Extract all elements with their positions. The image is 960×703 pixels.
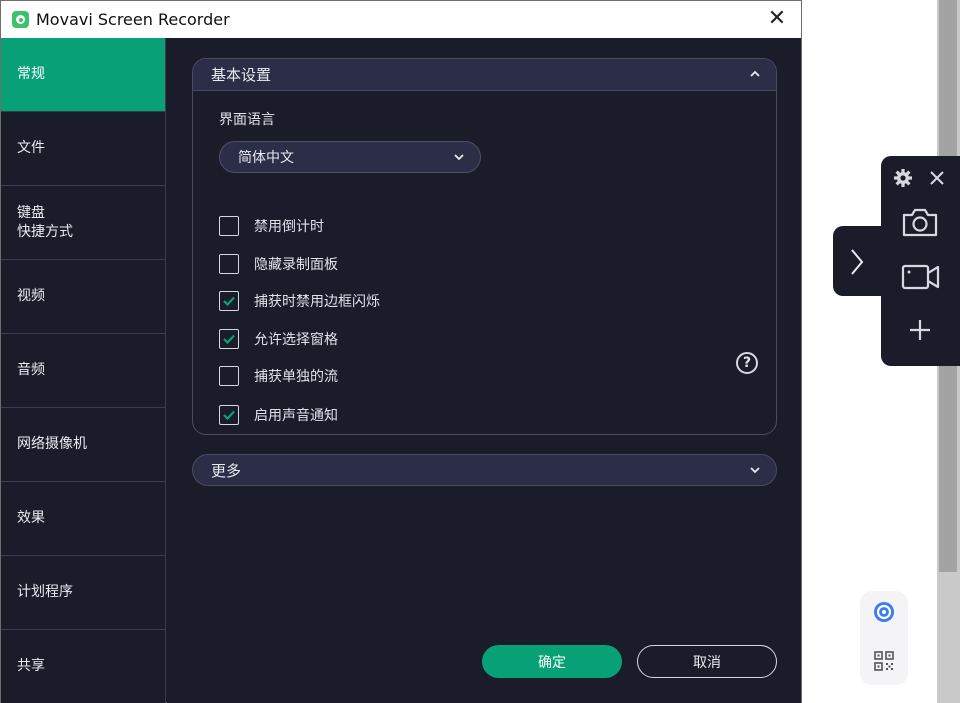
close-icon[interactable]	[929, 170, 945, 186]
basic-settings-panel: 基本设置 界面语言 简体中文 禁用倒计时隐藏录制面板捕获时禁用边框闪烁 允许选择窗…	[192, 58, 777, 435]
sidebar-item[interactable]: 文件	[1, 112, 165, 186]
sidebar-item-label: 快捷方式	[17, 223, 73, 240]
recorder-floating-panel	[881, 156, 960, 366]
option-label: 隐藏录制面板	[254, 257, 338, 273]
option-row[interactable]: 禁用倒计时	[219, 216, 324, 236]
checkbox[interactable]	[219, 291, 239, 311]
recorder-panel-toggle[interactable]	[833, 226, 883, 296]
sidebar-item[interactable]: 网络摄像机	[1, 408, 165, 482]
checkbox[interactable]	[219, 329, 239, 349]
basic-settings-title: 基本设置	[211, 66, 272, 84]
option-label: 启用声音通知	[254, 408, 338, 424]
option-row[interactable]: 捕获时禁用边框闪烁	[219, 291, 380, 311]
checkbox[interactable]	[219, 216, 239, 236]
screen: Movavi Screen Recorder ✕ 常规文件键盘快捷方式视频音频网…	[0, 0, 960, 703]
checkmark-icon	[223, 334, 235, 345]
sidebar-item-label: 视频	[17, 288, 45, 304]
more-section-title: 更多	[211, 461, 242, 480]
language-select[interactable]: 简体中文	[219, 141, 481, 173]
sidebar-item[interactable]: 计划程序	[1, 556, 165, 630]
app-logo-icon	[12, 11, 29, 28]
checkmark-icon	[223, 410, 235, 421]
sidebar-item-label: 效果	[17, 510, 45, 526]
sidebar-item[interactable]: 键盘 快捷方式	[1, 186, 165, 260]
option-label: 允许选择窗格	[254, 332, 338, 348]
qr-code-icon[interactable]	[874, 651, 894, 671]
sidebar-item-label: 音频	[17, 362, 45, 378]
sidebar-item-label: 共享	[17, 658, 45, 674]
sidebar-item-label: 网络摄像机	[17, 436, 87, 452]
sidebar-item-label: 常规	[17, 66, 45, 82]
browser-icon[interactable]	[873, 601, 895, 623]
sidebar-item-label: 文件	[17, 140, 45, 156]
checkbox[interactable]	[219, 254, 239, 274]
sidebar-item[interactable]: 共享	[1, 630, 165, 703]
settings-content: 基本设置 界面语言 简体中文 禁用倒计时隐藏录制面板捕获时禁用边框闪烁 允许选择窗…	[167, 38, 801, 703]
ok-button[interactable]: 确定	[482, 645, 622, 678]
checkbox[interactable]	[219, 366, 239, 386]
close-icon[interactable]: ✕	[765, 7, 789, 31]
option-label: 捕获单独的流	[254, 369, 338, 385]
chevron-down-icon	[750, 467, 760, 474]
basic-settings-header[interactable]: 基本设置	[193, 59, 776, 91]
cancel-button[interactable]: 取消	[637, 645, 777, 678]
option-label: 捕获时禁用边框闪烁	[254, 294, 380, 310]
checkmark-icon	[223, 296, 235, 307]
sidebar-item-label: 键盘	[17, 204, 45, 221]
option-row[interactable]: 隐藏录制面板	[219, 254, 338, 274]
sidebar-item[interactable]: 音频	[1, 334, 165, 408]
video-camera-icon[interactable]	[901, 262, 941, 292]
window-title: Movavi Screen Recorder	[36, 10, 230, 29]
option-row[interactable]: 允许选择窗格	[219, 329, 338, 349]
sidebar-item[interactable]: 效果	[1, 482, 165, 556]
sidebar-item-label: 计划程序	[17, 584, 73, 600]
chevron-right-icon	[851, 249, 864, 275]
chevron-up-icon	[750, 70, 760, 77]
option-row[interactable]: 启用声音通知	[219, 405, 338, 425]
option-label: 禁用倒计时	[254, 219, 324, 235]
chevron-down-icon	[454, 154, 464, 161]
sidebar-item[interactable]: 视频	[1, 260, 165, 334]
checkbox[interactable]	[219, 405, 239, 425]
help-icon[interactable]: ?	[736, 352, 758, 374]
language-label: 界面语言	[219, 112, 275, 128]
more-section-header[interactable]: 更多	[192, 454, 777, 486]
camera-icon[interactable]	[901, 206, 939, 238]
sidebar: 常规文件键盘快捷方式视频音频网络摄像机效果计划程序共享	[1, 38, 166, 703]
plus-icon[interactable]	[909, 319, 931, 341]
settings-dialog: Movavi Screen Recorder ✕ 常规文件键盘快捷方式视频音频网…	[0, 0, 802, 703]
sidebar-item[interactable]: 常规	[1, 38, 165, 112]
gear-icon[interactable]	[893, 168, 913, 188]
title-bar: Movavi Screen Recorder ✕	[1, 1, 801, 38]
option-row[interactable]: 捕获单独的流	[219, 366, 338, 386]
language-select-value: 简体中文	[238, 150, 294, 166]
mini-toolbar	[860, 591, 908, 685]
